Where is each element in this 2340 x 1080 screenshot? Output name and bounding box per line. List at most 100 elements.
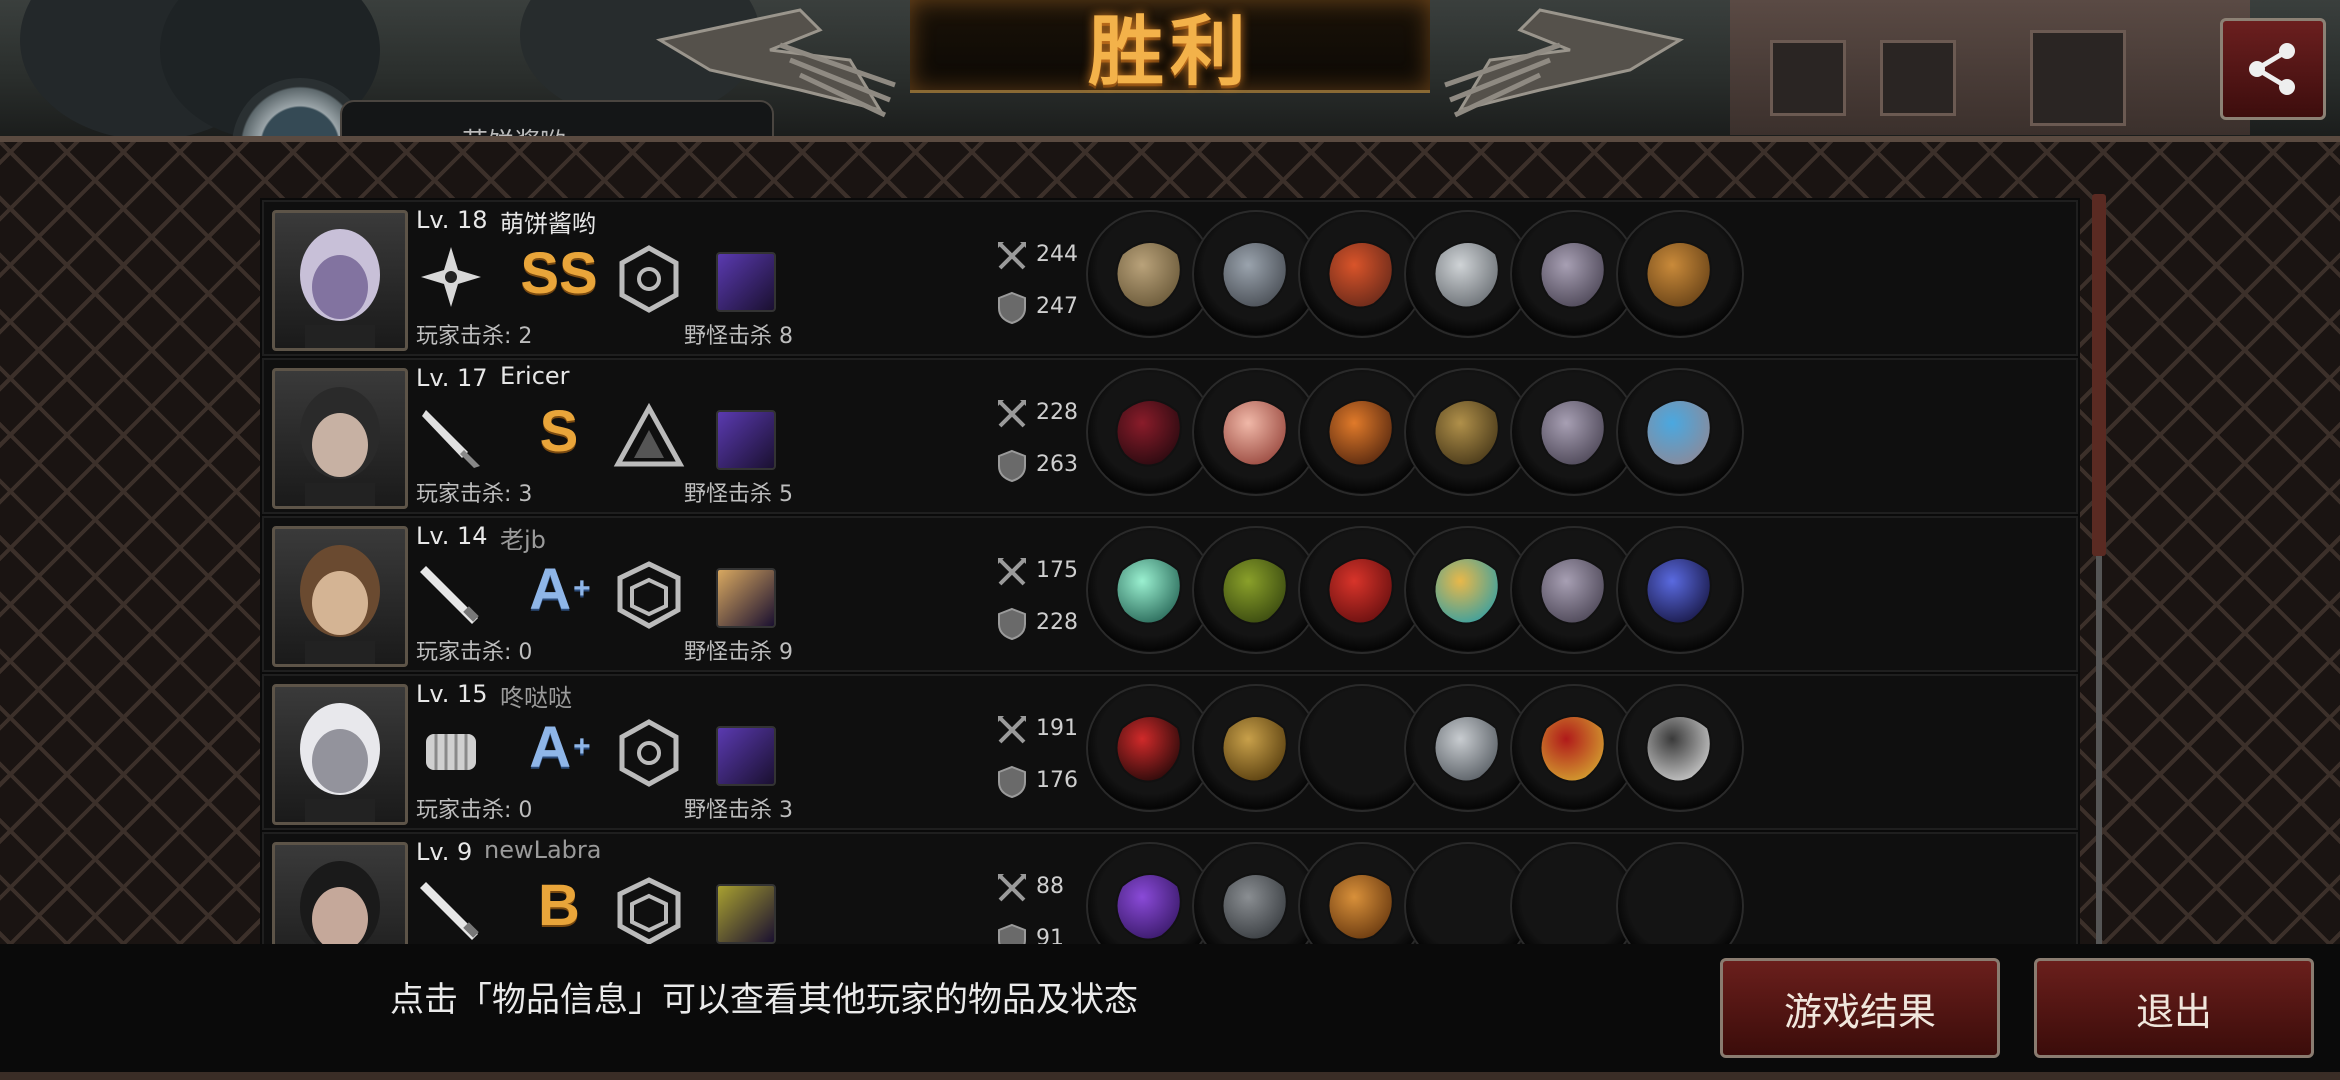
- background-house: [1730, 0, 2250, 135]
- attack-value: 88: [1036, 874, 1064, 899]
- swords-icon: [998, 558, 1026, 586]
- shield-icon: [998, 765, 1026, 799]
- defense-value: 228: [1036, 610, 1078, 635]
- my-name-plate: 萌饼酱哟: [340, 100, 774, 140]
- skill-icon[interactable]: [716, 568, 776, 628]
- player-level: Lv. 17: [416, 364, 488, 392]
- player-row[interactable]: Lv. 14 老jb A + 玩家击杀: 0 野怪击杀 9 175 228: [262, 516, 2078, 672]
- defense-value: 263: [1036, 452, 1078, 477]
- item-slot[interactable]: [1616, 526, 1744, 654]
- player-level: Lv. 14: [416, 522, 488, 550]
- revolver-wing-right-icon: [1444, 8, 1685, 118]
- player-row[interactable]: Lv. 18 萌饼酱哟 SS 玩家击杀: 2 野怪击杀 8 244 247: [262, 200, 2078, 356]
- winged-crown-icon: [1208, 382, 1304, 482]
- player-name: 老jb: [500, 526, 546, 554]
- player-portrait[interactable]: [272, 210, 408, 351]
- empty-item-slot[interactable]: [1616, 842, 1744, 948]
- attack-value: 244: [1036, 242, 1078, 267]
- triangle-emblem-icon: [612, 400, 686, 474]
- item-slot[interactable]: [1616, 210, 1744, 338]
- item-slot[interactable]: [1616, 368, 1744, 496]
- player-kills: 玩家击杀: 0: [416, 798, 533, 823]
- exit-button[interactable]: 退出: [2034, 958, 2314, 1058]
- black-flag-icon: [1632, 698, 1728, 798]
- chain-whip-icon: [1420, 382, 1516, 482]
- player-name: Ericer: [500, 362, 570, 390]
- player-list[interactable]: Lv. 18 萌饼酱哟 SS 玩家击杀: 2 野怪击杀 8 244 247 Lv. 17 Eri…: [260, 198, 2080, 948]
- defense-value: 247: [1036, 294, 1078, 319]
- swords-icon: [998, 242, 1026, 270]
- player-row[interactable]: Lv. 17 Ericer S 玩家击杀: 3 野怪击杀 5 228 263: [262, 358, 2078, 514]
- victory-banner: 胜利: [910, 0, 1430, 96]
- background-scene: 胜利 萌饼酱哟: [0, 0, 2340, 140]
- results-panel: Lv. 18 萌饼酱哟 SS 玩家击杀: 2 野怪击杀 8 244 247 Lv. 17 Eri…: [0, 136, 2340, 962]
- laurel-wreath-icon: [1208, 540, 1304, 640]
- rank-badge: A +: [520, 712, 600, 782]
- item-slot[interactable]: [1616, 684, 1744, 812]
- player-row[interactable]: Lv. 9 newLabra B 88 91: [262, 832, 2078, 948]
- blue-gem-ring-icon: [1632, 382, 1728, 482]
- game-result-button[interactable]: 游戏结果: [1720, 958, 2000, 1058]
- red-suit-icon: [1314, 540, 1410, 640]
- cube-emblem-icon: [612, 874, 686, 948]
- baton-icon: [416, 558, 486, 628]
- leather-boots-icon: [1526, 382, 1622, 482]
- gold-armor-icon: [1314, 856, 1410, 948]
- flame-armor-icon: [1314, 382, 1410, 482]
- fist-icon: [416, 716, 486, 786]
- skill-icon[interactable]: [716, 410, 776, 470]
- skill-icon[interactable]: [716, 884, 776, 944]
- light-sabers-icon: [1102, 540, 1198, 640]
- player-kills: 玩家击杀: 0: [416, 640, 533, 665]
- treasure-box-icon: [1632, 224, 1728, 324]
- swords-icon: [998, 716, 1026, 744]
- rank-badge: A +: [520, 554, 600, 624]
- attack-value: 175: [1036, 558, 1078, 583]
- bottom-divider: [0, 1072, 2340, 1080]
- swords-icon: [998, 874, 1026, 902]
- player-portrait[interactable]: [272, 684, 408, 825]
- shuriken-icon: [416, 242, 486, 312]
- share-button[interactable]: [2220, 18, 2326, 120]
- attack-value: 228: [1036, 400, 1078, 425]
- rank-letter: S: [539, 398, 579, 464]
- rank-badge: B: [520, 870, 600, 940]
- hexagon-emblem-icon: [612, 242, 686, 316]
- rank-plus: +: [573, 572, 591, 605]
- steel-band-icon: [1208, 856, 1304, 948]
- bronze-shield-icon: [1102, 224, 1198, 324]
- player-portrait[interactable]: [272, 842, 408, 948]
- player-name: newLabra: [484, 836, 602, 864]
- swords-icon: [998, 400, 1026, 428]
- steel-helmet-icon: [1208, 224, 1304, 324]
- shield-icon: [998, 291, 1026, 325]
- player-name: 咚哒哒: [500, 684, 572, 712]
- footer-bar: 点击「物品信息」可以查看其他玩家的物品及状态 游戏结果 退出: [0, 944, 2340, 1080]
- attack-value: 191: [1036, 716, 1078, 741]
- monster-kills: 野怪击杀 9: [684, 640, 793, 665]
- hint-text: 点击「物品信息」可以查看其他玩家的物品及状态: [390, 980, 1138, 1020]
- rank-badge: S: [520, 396, 600, 466]
- hexagon-emblem-icon: [612, 716, 686, 790]
- player-portrait[interactable]: [272, 368, 408, 509]
- skill-icon[interactable]: [716, 726, 776, 786]
- player-kills: 玩家击杀: 3: [416, 482, 533, 507]
- defense-value: 176: [1036, 768, 1078, 793]
- player-level: Lv. 9: [416, 838, 473, 866]
- fire-vest-icon: [1314, 224, 1410, 324]
- knight-helmet-icon: [1208, 698, 1304, 798]
- player-row[interactable]: Lv. 15 咚哒哒 A + 玩家击杀: 0 野怪击杀 3 191 176: [262, 674, 2078, 830]
- monster-kills: 野怪击杀 8: [684, 324, 793, 349]
- rank-plus: +: [573, 730, 591, 763]
- gold-bracelet-icon: [1420, 540, 1516, 640]
- page-title: 胜利: [1088, 7, 1252, 96]
- monster-kills: 野怪击杀 5: [684, 482, 793, 507]
- rank-letter: A: [529, 714, 572, 780]
- rank-letter: A: [529, 556, 572, 622]
- player-name: 萌饼酱哟: [500, 210, 596, 238]
- leather-boots-icon: [1526, 540, 1622, 640]
- player-portrait[interactable]: [272, 526, 408, 667]
- feather-blade-icon: [1420, 698, 1516, 798]
- skill-icon[interactable]: [716, 252, 776, 312]
- scrollbar-thumb[interactable]: [2092, 194, 2106, 556]
